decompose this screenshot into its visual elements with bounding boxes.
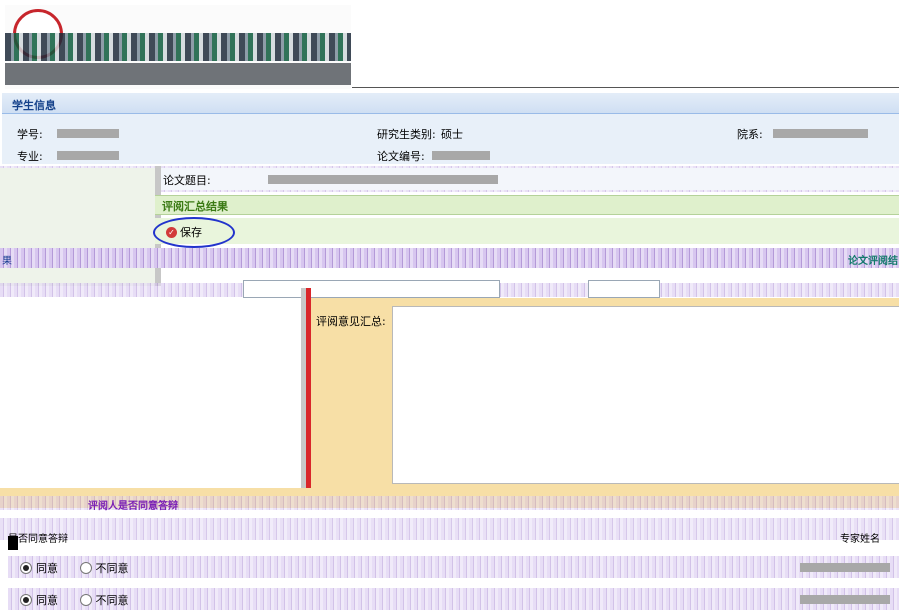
logo-subtitle-strip: [5, 63, 351, 85]
column-header-expert: 专家姓名: [840, 534, 880, 545]
thesis-title-label: 论文题目:: [163, 174, 211, 187]
logo-artwork: [5, 33, 351, 61]
text-cursor: [8, 536, 18, 550]
agree-radio-label: 同意: [36, 562, 58, 575]
review-toolbar: [155, 218, 899, 244]
score-input[interactable]: [243, 280, 500, 298]
opinion-summary-textarea[interactable]: [392, 306, 899, 484]
disagree-radio[interactable]: [79, 594, 92, 606]
category-value: 硕士: [441, 128, 463, 141]
agree-radio[interactable]: [20, 594, 32, 606]
student-no-label: 学号:: [17, 128, 43, 141]
header-divider: [352, 87, 899, 88]
department-label: 院系:: [737, 128, 763, 141]
section-band-right-text: 论文评阅结: [848, 256, 898, 267]
expert-name-redacted: [800, 563, 890, 572]
thesis-title-value-redacted: [268, 175, 498, 184]
agree-radio[interactable]: [20, 562, 32, 574]
left-panel: [0, 168, 155, 286]
disagree-radio-option[interactable]: 不同意: [79, 592, 129, 608]
student-info-header: [2, 93, 899, 114]
major-label: 专业:: [17, 150, 43, 163]
agree-radio-option[interactable]: 同意: [20, 592, 58, 608]
result-select[interactable]: [588, 280, 660, 298]
agree-radio-label: 同意: [36, 594, 58, 607]
disagree-radio[interactable]: [79, 562, 92, 574]
section-band: [0, 248, 899, 268]
category-label: 研究生类别:: [377, 128, 436, 141]
left-blank-area: [0, 298, 301, 486]
review-summary-title: 评阅汇总结果: [162, 200, 228, 213]
disagree-radio-option[interactable]: 不同意: [79, 560, 129, 576]
highlight-circle: [153, 217, 235, 248]
section-band-left-text: 果: [2, 256, 12, 267]
thesis-no-label: 论文编号:: [377, 150, 425, 163]
table-row: 同意 不同意: [20, 592, 147, 609]
expert-name-redacted: [800, 595, 890, 604]
major-value-redacted: [57, 151, 119, 160]
disagree-radio-label: 不同意: [95, 594, 129, 607]
department-value-redacted: [773, 129, 868, 138]
thesis-no-value-redacted: [432, 151, 490, 160]
opinion-summary-label: 评阅意见汇总:: [316, 315, 386, 328]
student-no-value-redacted: [57, 129, 119, 138]
agree-radio-option[interactable]: 同意: [20, 560, 58, 576]
defense-grid-header: [0, 518, 899, 540]
table-row: 同意 不同意: [20, 560, 147, 577]
review-summary-header: [155, 195, 899, 215]
student-info-title: 学生信息: [12, 99, 56, 112]
defense-section-title: 评阅人是否同意答辩: [88, 501, 178, 512]
university-logo-banner: [5, 5, 351, 89]
disagree-radio-label: 不同意: [95, 562, 129, 575]
